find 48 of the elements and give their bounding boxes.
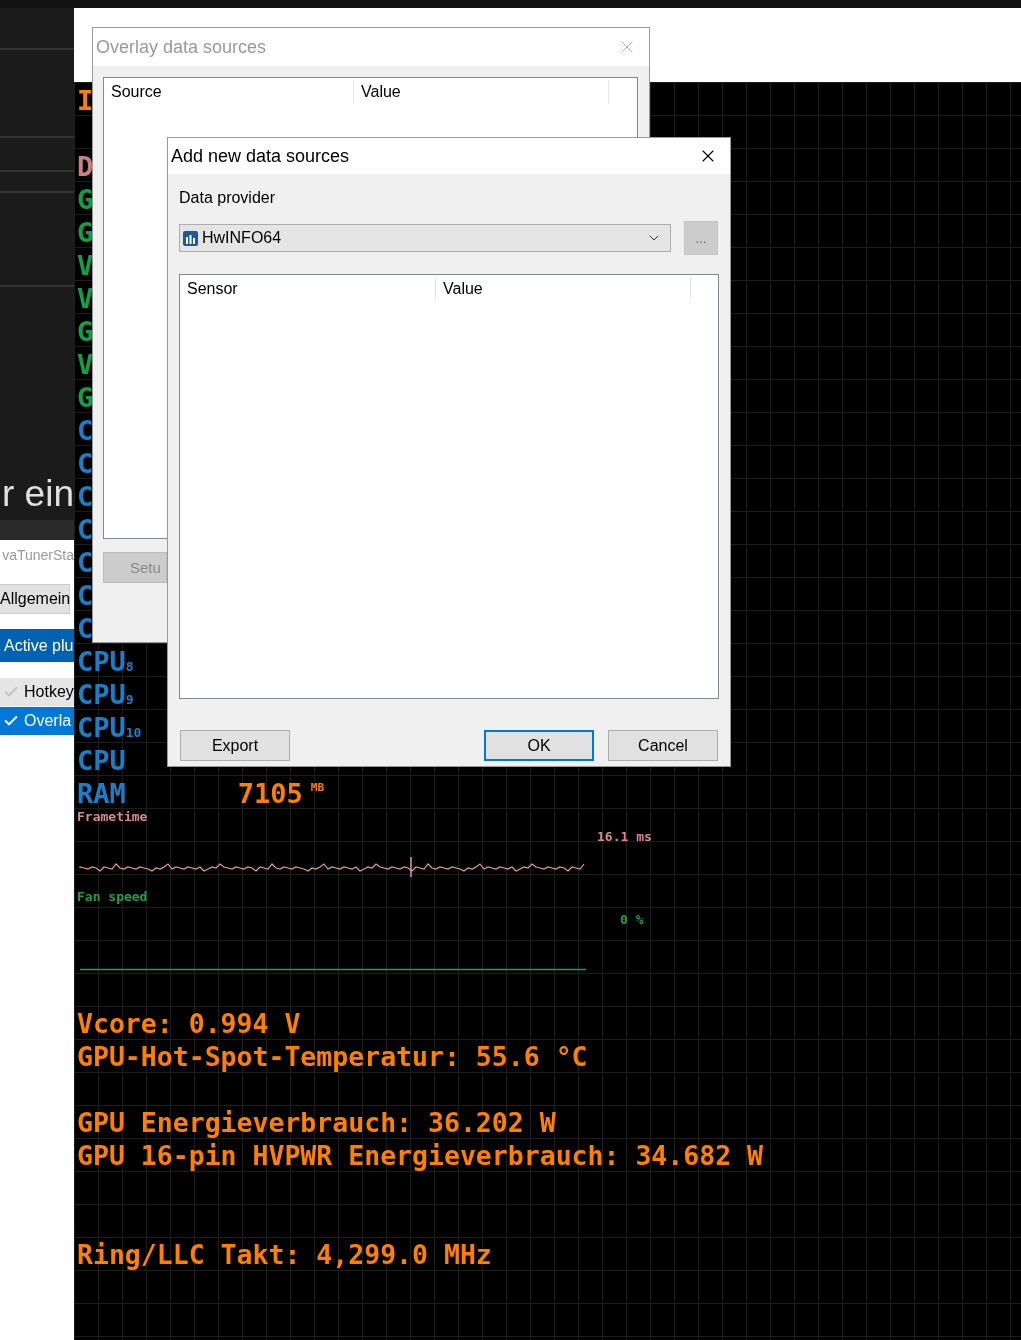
sensor-reading: Ring/LLC Takt: 4,299.0 MHz — [77, 1238, 493, 1271]
overlay-label: C — [77, 546, 94, 579]
overlay-label: C — [77, 447, 94, 480]
dialog-button[interactable]: Cancel — [608, 730, 718, 761]
provider-dropdown[interactable]: HwINFO64 — [179, 224, 671, 252]
dialog-button[interactable]: OK — [484, 730, 594, 761]
general-tab[interactable]: Allgemein — [0, 584, 70, 614]
dialog-title: Overlay data sources — [96, 36, 267, 58]
section-header: Active plu — [0, 629, 74, 662]
graph-reading: 0 % — [620, 913, 644, 927]
overlay-label: G — [77, 183, 94, 216]
column-header[interactable]: Value — [354, 80, 609, 104]
overlay-label: G — [77, 381, 94, 414]
sensor-reading: GPU Energieverbrauch: 36.202 W — [77, 1106, 557, 1139]
overlay-label: C — [77, 612, 94, 645]
dialog-title: Add new data sources — [171, 145, 350, 167]
graph-label: Fan speed — [77, 890, 149, 904]
sensor-reading: Vcore: 0.994 V — [77, 1007, 302, 1040]
overlay-label: C — [77, 513, 94, 546]
dialog-button[interactable]: Export — [180, 730, 290, 761]
overlay-unit: MB — [310, 781, 325, 794]
overlay-value: 7105 — [237, 777, 303, 810]
overlay-label: C — [77, 480, 94, 513]
overlay-label: RAM — [77, 777, 126, 810]
window-title: vaTunerSta — [1, 546, 74, 565]
overlay-label: C — [77, 579, 94, 612]
graph-label: Frametime — [77, 810, 149, 824]
column-header[interactable]: Value — [436, 277, 691, 301]
overlay-label: G — [77, 315, 94, 348]
overlay-label: CPU — [77, 744, 126, 777]
field-label: Data provider — [179, 188, 277, 208]
overlay-label: V — [77, 282, 94, 315]
column-header[interactable]: Sensor — [180, 277, 436, 301]
overlay-label: D — [77, 150, 94, 183]
overlay-label: I — [77, 84, 94, 117]
overlay-label: G — [77, 216, 94, 249]
column-header[interactable]: Source — [104, 80, 354, 104]
graph-reading: 16.1 ms — [597, 830, 652, 844]
overlay-label: C — [77, 414, 94, 447]
bar-chart-icon — [183, 230, 198, 246]
plugin-row[interactable]: Overla — [0, 707, 74, 735]
overlay-label: V — [77, 249, 94, 282]
sensor-reading: GPU 16-pin HVPWR Energieverbrauch: 34.682 W — [77, 1139, 765, 1172]
plugin-row[interactable]: Hotkey — [0, 678, 74, 706]
page-heading: r ein — [1, 472, 74, 516]
sensor-reading: GPU-Hot-Spot-Temperatur: 55.6 °C — [77, 1040, 589, 1073]
browse-button[interactable]: ... — [684, 221, 718, 255]
overlay-label: V — [77, 348, 94, 381]
